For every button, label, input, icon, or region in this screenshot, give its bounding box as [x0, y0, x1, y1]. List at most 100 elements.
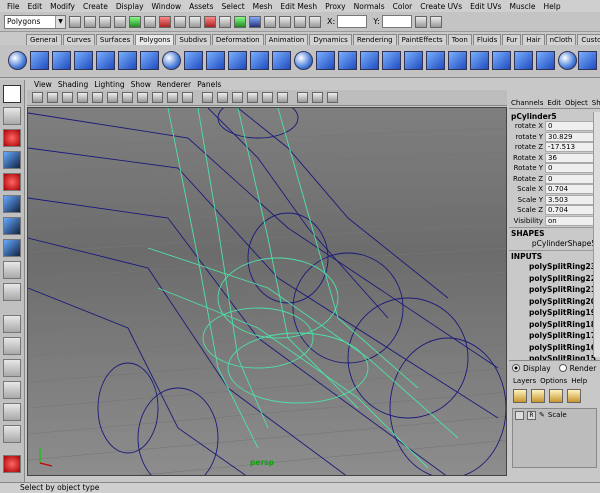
attribute-row[interactable]: Rotate Z0	[509, 173, 600, 185]
move-tool-icon[interactable]	[3, 151, 21, 169]
lock-selection-icon[interactable]	[159, 15, 171, 28]
menu-muscle[interactable]: Muscle	[506, 2, 540, 11]
custom-layout-icon[interactable]	[3, 425, 21, 443]
new-scene-icon[interactable]	[69, 15, 81, 28]
shelf-tab-custom[interactable]: Custom	[577, 34, 600, 45]
menu-normals[interactable]: Normals	[350, 2, 389, 11]
bridge-icon[interactable]	[382, 51, 401, 70]
panel-menu-panels[interactable]: Panels	[194, 80, 224, 89]
shelf-tab-ncloth[interactable]: nCloth	[545, 34, 577, 45]
poly-torus-icon[interactable]	[118, 51, 137, 70]
resolution-gate-icon[interactable]	[122, 92, 133, 103]
layer-name[interactable]: Scale	[548, 411, 567, 419]
menu-color[interactable]: Color	[389, 2, 417, 11]
field-chart-icon[interactable]	[152, 92, 163, 103]
attribute-value[interactable]: -17.513	[545, 142, 600, 153]
select-camera-icon[interactable]	[32, 92, 43, 103]
safe-title-icon[interactable]	[182, 92, 193, 103]
persp-outliner-layout-icon[interactable]	[3, 359, 21, 377]
lasso-tool-icon[interactable]	[3, 107, 21, 125]
menu-file[interactable]: File	[3, 2, 24, 11]
save-scene-icon[interactable]	[99, 15, 111, 28]
select-object-icon[interactable]	[129, 15, 141, 28]
history-icon[interactable]	[234, 15, 246, 28]
panel-menu-renderer[interactable]: Renderer	[154, 80, 194, 89]
snap-grid-icon[interactable]	[174, 15, 186, 28]
extrude-icon[interactable]	[360, 51, 379, 70]
ipr-render-icon[interactable]	[264, 15, 276, 28]
poly-cylinder-icon[interactable]	[52, 51, 71, 70]
perspective-viewport[interactable]: persp	[27, 107, 507, 476]
menu-set-dropdown[interactable]: Polygons ▼	[4, 14, 66, 29]
shelf-tab-surfaces[interactable]: Surfaces	[95, 34, 135, 45]
visibility-toggle[interactable]	[515, 410, 524, 420]
poly-cone-icon[interactable]	[74, 51, 93, 70]
y-input[interactable]	[381, 15, 412, 28]
layer-menu-layers[interactable]: Layers	[511, 377, 538, 385]
render-icon[interactable]	[249, 15, 261, 28]
attribute-value[interactable]: 0.704	[545, 184, 600, 195]
menu-modify[interactable]: Modify	[46, 2, 79, 11]
shape-node[interactable]: pCylinderShape5	[509, 238, 600, 249]
cylindrical-mapping-icon[interactable]	[536, 51, 555, 70]
attribute-value[interactable]: on	[545, 215, 600, 226]
wireframe-icon[interactable]	[202, 92, 213, 103]
uv-editor-icon[interactable]	[578, 51, 597, 70]
channel-box-scrollbar[interactable]	[593, 112, 600, 357]
snap-view-icon[interactable]	[219, 15, 231, 28]
attribute-value[interactable]: 0.704	[545, 205, 600, 216]
snap-point-icon[interactable]	[204, 15, 216, 28]
separate-icon[interactable]	[206, 51, 225, 70]
channel-menu-channels[interactable]: Channels	[509, 99, 545, 107]
smooth-shade-icon[interactable]	[217, 92, 228, 103]
shelf-tab-general[interactable]: General	[26, 34, 62, 45]
open-scene-icon[interactable]	[84, 15, 96, 28]
poly-pyramid-icon[interactable]	[162, 51, 181, 70]
render-radio[interactable]	[558, 364, 567, 372]
shelf-tab-curves[interactable]: Curves	[62, 34, 95, 45]
move-layer-up-icon[interactable]	[513, 389, 527, 403]
insert-edge-loop-icon[interactable]	[492, 51, 511, 70]
xray-joints-icon[interactable]	[327, 92, 338, 103]
attribute-row[interactable]: rotate Z -17.513	[509, 142, 600, 153]
layer-menu-help[interactable]: Help	[569, 377, 589, 385]
shelf-tab-fluids[interactable]: Fluids	[472, 34, 502, 45]
show-manipulator-icon[interactable]	[3, 261, 21, 279]
hypershade-icon[interactable]	[294, 15, 306, 28]
attribute-row[interactable]: Visibility on	[509, 215, 600, 227]
attribute-row[interactable]: Scale Z 0.704	[509, 205, 600, 216]
menu-edit[interactable]: Edit	[24, 2, 47, 11]
channel-menu-show[interactable]: Sh	[590, 99, 600, 107]
shelf-tab-fur[interactable]: Fur	[502, 34, 522, 45]
poly-plane-icon[interactable]	[96, 51, 115, 70]
attribute-row[interactable]: Scale Y 3.503	[509, 194, 600, 206]
menu-help[interactable]: Help	[540, 2, 565, 11]
use-all-lights-icon[interactable]	[262, 92, 273, 103]
boolean-difference-icon[interactable]	[250, 51, 269, 70]
image-plane-icon[interactable]	[77, 92, 88, 103]
single-perspective-layout-icon[interactable]	[3, 315, 21, 333]
film-gate-icon[interactable]	[107, 92, 118, 103]
attribute-value[interactable]: 3.503	[545, 194, 600, 205]
safe-action-icon[interactable]	[167, 92, 178, 103]
universal-manipulator-icon[interactable]	[3, 217, 21, 235]
planar-mapping-icon[interactable]	[514, 51, 533, 70]
mirror-geometry-icon[interactable]	[338, 51, 357, 70]
four-view-layout-icon[interactable]	[3, 337, 21, 355]
attribute-value[interactable]: 0	[545, 173, 600, 184]
panel-menu-view[interactable]: View	[31, 80, 55, 89]
new-layer-from-selection-icon[interactable]	[567, 389, 581, 403]
layer-menu-options[interactable]: Options	[538, 377, 569, 385]
menu-window[interactable]: Window	[148, 2, 186, 11]
persp-hypershade-layout-icon[interactable]	[3, 403, 21, 421]
shelf-tab-subdivs[interactable]: Subdivs	[175, 34, 211, 45]
boolean-intersection-icon[interactable]	[272, 51, 291, 70]
xray-icon[interactable]	[312, 92, 323, 103]
menu-proxy[interactable]: Proxy	[321, 2, 350, 11]
wireframe-on-shaded-icon[interactable]	[232, 92, 243, 103]
render-settings-icon[interactable]	[279, 15, 291, 28]
panel-toggle-icon[interactable]	[414, 15, 427, 28]
spherical-mapping-icon[interactable]	[558, 51, 577, 70]
input-node[interactable]: polySplitRing22	[509, 273, 600, 285]
menu-edit-mesh[interactable]: Edit Mesh	[276, 2, 321, 11]
